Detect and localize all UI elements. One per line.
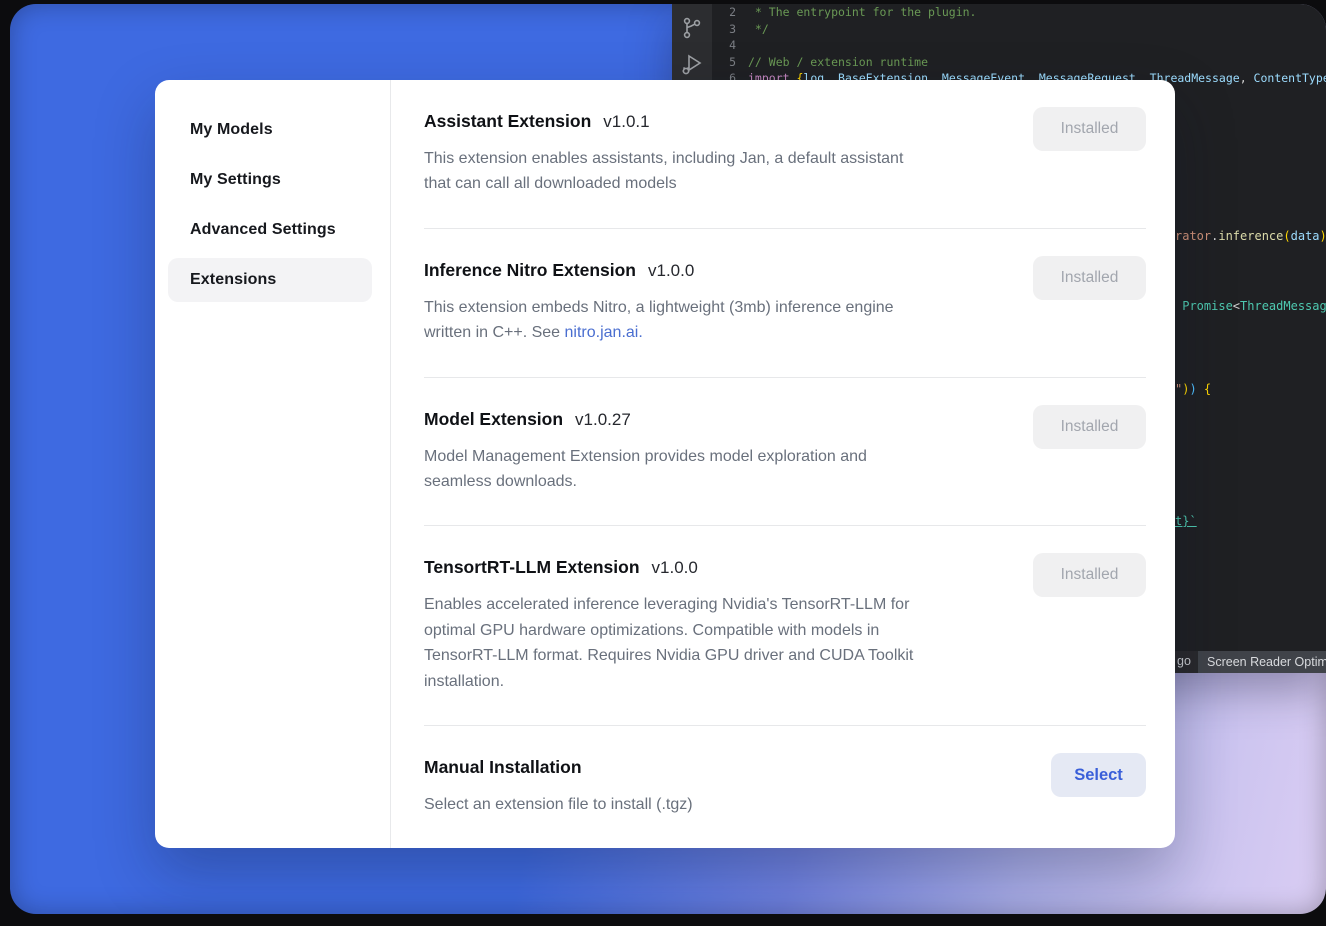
sidebar-item-my-models[interactable]: My Models <box>168 108 372 152</box>
code-text: */ <box>748 21 769 38</box>
code-token: * The entrypoint for the plugin. <box>748 5 976 19</box>
extension-title: TensortRT-LLM Extension <box>424 557 640 577</box>
code-token: inference <box>1218 229 1283 243</box>
sidebar-item-my-settings[interactable]: My Settings <box>168 158 372 202</box>
extension-version: v1.0.0 <box>648 261 694 280</box>
code-token: ThreadMessage <box>1240 299 1326 313</box>
code-line: 4 <box>712 37 1326 54</box>
extension-title: Model Extension <box>424 409 563 429</box>
installed-button[interactable]: Installed <box>1033 405 1146 449</box>
code-fragment: ")) { <box>1175 382 1211 396</box>
code-text: * The entrypoint for the plugin. <box>748 4 976 21</box>
desktop-background: 2 * The entrypoint for the plugin.3 */45… <box>10 4 1326 914</box>
extension-section: Inference Nitro Extension v1.0.0 This exte… <box>424 229 1146 378</box>
code-token: ContentType <box>1254 71 1326 85</box>
extension-version: v1.0.27 <box>575 410 631 429</box>
sidebar-item-extensions[interactable]: Extensions <box>168 258 372 302</box>
extension-section: Model Extension v1.0.27 Model Management E… <box>424 378 1146 527</box>
code-fragment: t}` <box>1175 514 1197 528</box>
installed-button[interactable]: Installed <box>1033 256 1146 300</box>
extension-description: Select an extension file to install (.tg… <box>424 792 1004 817</box>
code-token: */ <box>748 22 769 36</box>
extension-section: TensortRT-LLM Extension v1.0.0 Enables acc… <box>424 526 1146 726</box>
extension-description: Enables accelerated inference leveraging… <box>424 592 1004 694</box>
code-token: < <box>1233 299 1240 313</box>
line-number: 2 <box>712 4 748 21</box>
code-lines: 2 * The entrypoint for the plugin.3 */45… <box>712 4 1326 87</box>
code-fragment: Promise<ThreadMessage> <box>1175 299 1326 313</box>
extension-title-row: Manual Installation <box>424 755 1146 779</box>
select-button[interactable]: Select <box>1051 753 1146 797</box>
extension-description: Model Management Extension provides mode… <box>424 444 1004 495</box>
code-token: ) <box>1320 229 1326 243</box>
code-fragment: rator.inference(data)); <box>1175 229 1326 243</box>
settings-modal: My Models My Settings Advanced Settings Ext… <box>155 80 1175 848</box>
code-token: , <box>1240 71 1254 85</box>
code-token: // Web / extension runtime <box>748 55 928 69</box>
installed-button[interactable]: Installed <box>1033 107 1146 151</box>
code-token: ) <box>1189 382 1196 396</box>
sidebar-item-advanced-settings[interactable]: Advanced Settings <box>168 208 372 252</box>
code-token: Promise <box>1175 299 1233 313</box>
code-token: data <box>1291 229 1320 243</box>
line-number: 5 <box>712 54 748 71</box>
extension-description: This extension enables assistants, inclu… <box>424 146 1004 197</box>
extension-description: This extension embeds Nitro, a lightweig… <box>424 295 1004 346</box>
code-line: 3 */ <box>712 21 1326 38</box>
installed-button[interactable]: Installed <box>1033 553 1146 597</box>
extension-title: Inference Nitro Extension <box>424 260 636 280</box>
line-number: 3 <box>712 21 748 38</box>
screen-reader-optimized-item[interactable]: Screen Reader Optimized <box>1198 651 1326 673</box>
extension-version: v1.0.0 <box>652 558 698 577</box>
code-token: t}` <box>1175 514 1197 528</box>
code-token: rator <box>1175 229 1211 243</box>
nitro-jan-ai-link[interactable]: nitro.jan.ai. <box>565 324 643 341</box>
extension-title: Assistant Extension <box>424 111 591 131</box>
extension-section: Assistant Extension v1.0.1 This extension … <box>424 80 1146 229</box>
code-line: 2 * The entrypoint for the plugin. <box>712 4 1326 21</box>
extension-section: Manual Installation Select an extension f… <box>424 726 1146 848</box>
extension-version: v1.0.1 <box>603 112 649 131</box>
status-bar-text: go <box>1177 654 1191 668</box>
source-control-icon[interactable] <box>680 16 704 40</box>
settings-sidebar: My Models My Settings Advanced Settings Ext… <box>155 80 391 848</box>
run-debug-icon[interactable] <box>680 52 704 76</box>
extensions-panel: Assistant Extension v1.0.1 This extension … <box>392 80 1175 848</box>
code-line: 5// Web / extension runtime <box>712 54 1326 71</box>
code-text: // Web / extension runtime <box>748 54 928 71</box>
line-number: 4 <box>712 37 748 54</box>
code-token: { <box>1197 382 1211 396</box>
extension-title: Manual Installation <box>424 757 582 777</box>
code-token: ( <box>1283 229 1290 243</box>
